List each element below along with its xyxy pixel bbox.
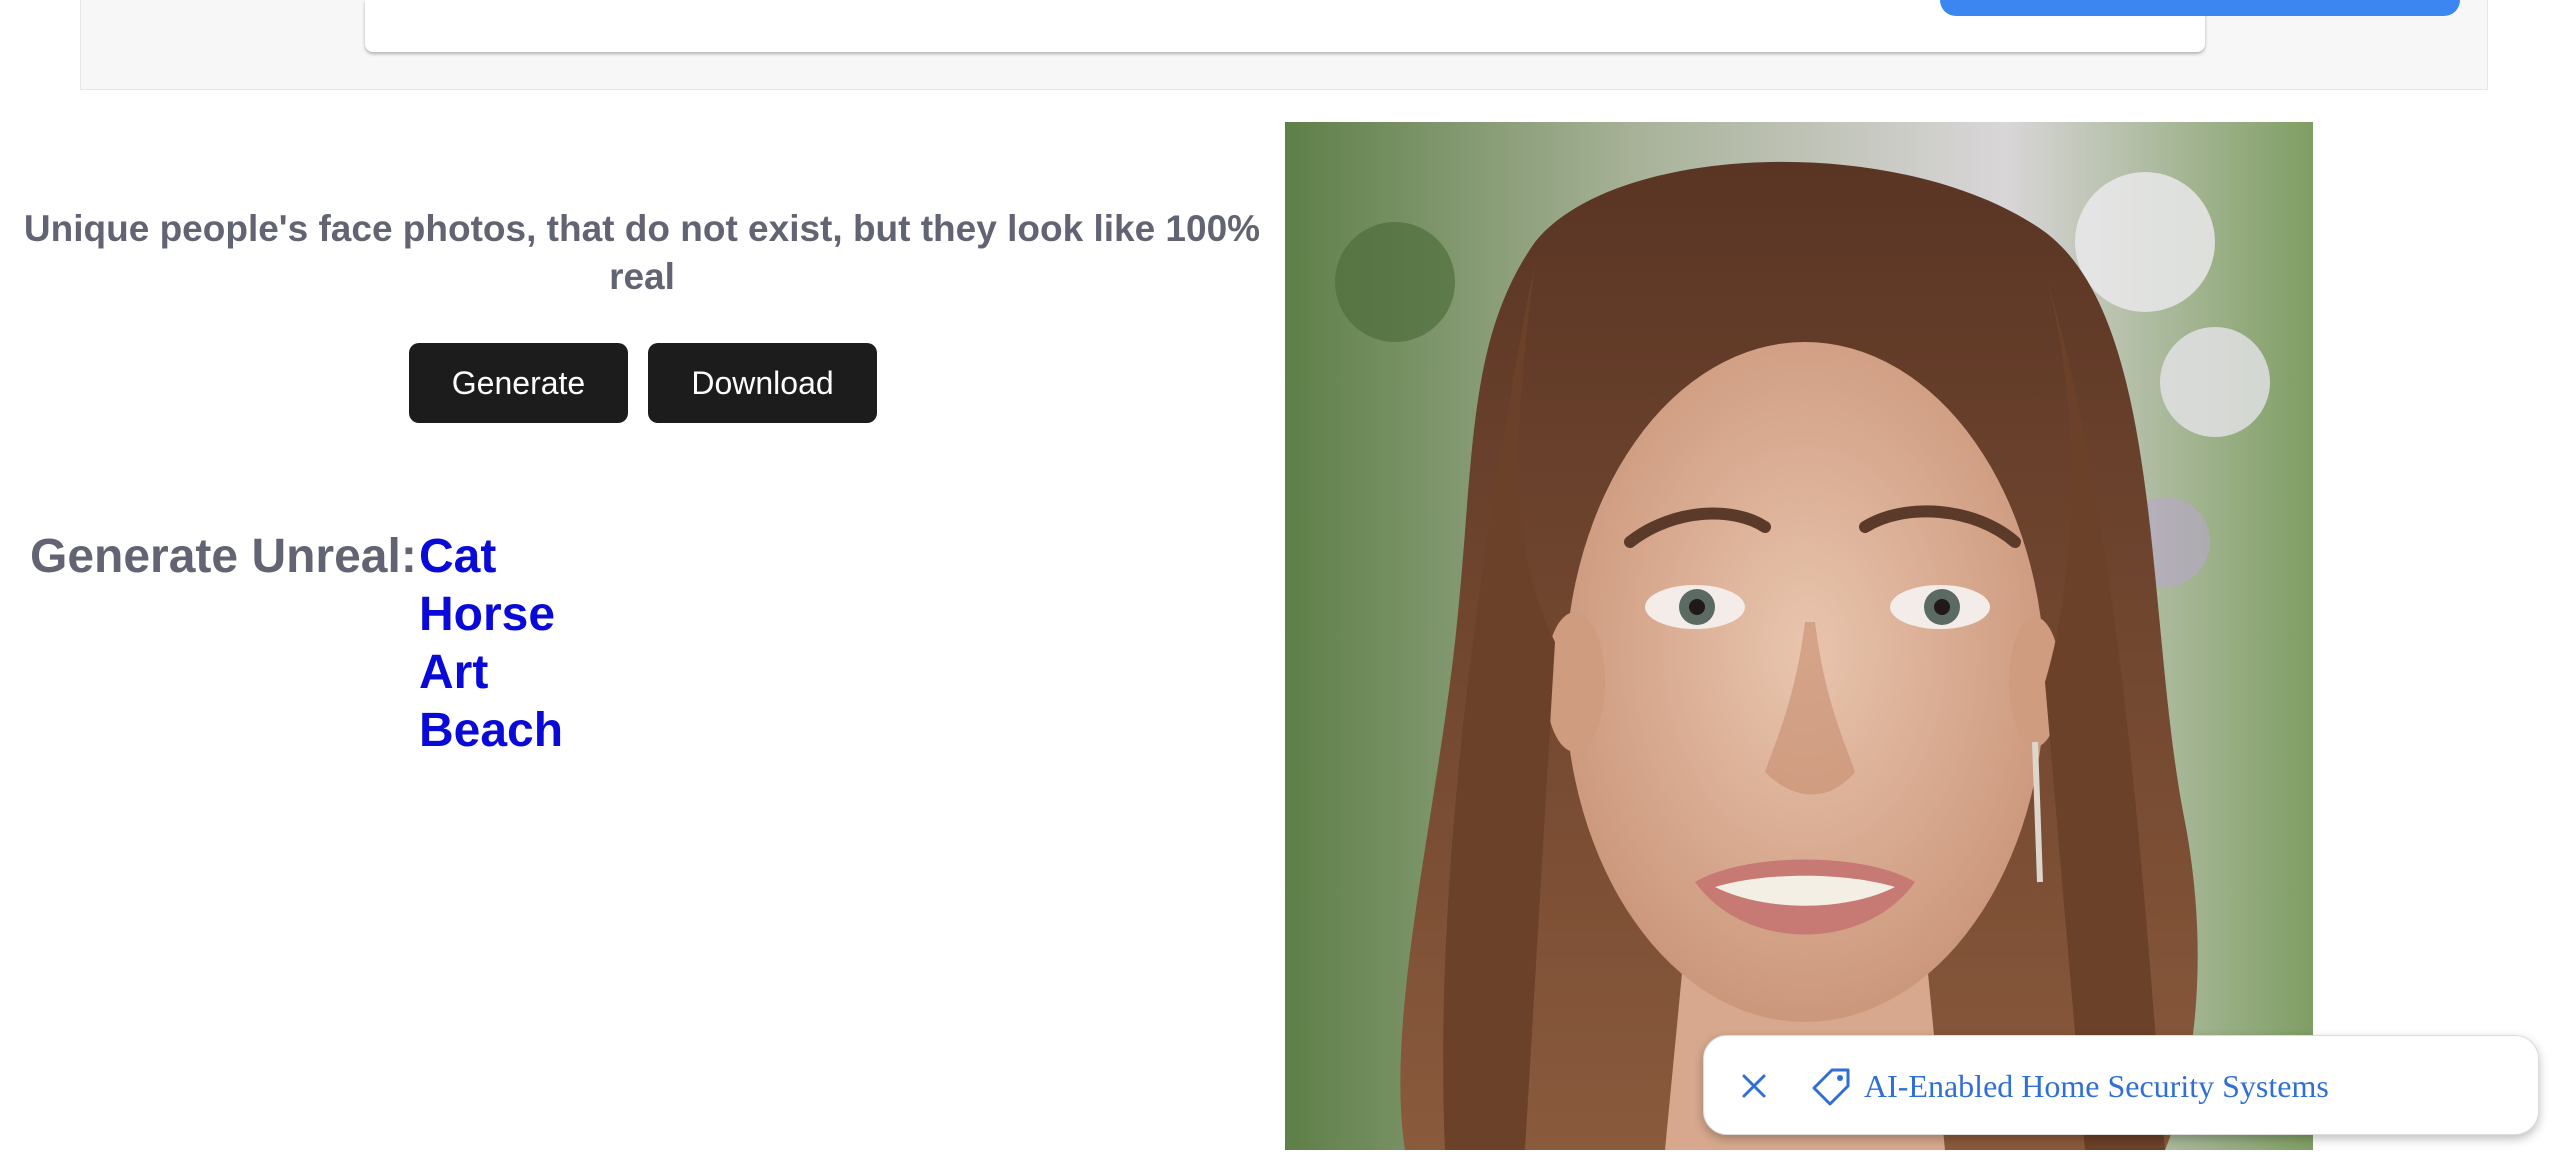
generate-unreal-label: Generate Unreal: <box>30 530 417 583</box>
left-column: Unique people's face photos, that do not… <box>0 0 1284 1162</box>
ad-toast: AI-Enabled Home Security Systems <box>1703 1035 2539 1135</box>
link-beach[interactable]: Beach <box>419 702 563 760</box>
face-photo <box>1285 122 2313 1150</box>
download-button[interactable]: Download <box>648 343 877 423</box>
generate-unreal-links: Cat Horse Art Beach <box>419 528 563 760</box>
generate-button[interactable]: Generate <box>409 343 628 423</box>
page-tagline: Unique people's face photos, that do not… <box>23 208 1261 297</box>
tag-icon <box>1812 1066 1852 1106</box>
link-art[interactable]: Art <box>419 644 563 702</box>
link-horse[interactable]: Horse <box>419 586 563 644</box>
face-illustration <box>1285 122 2313 1150</box>
ad-button[interactable] <box>1940 0 2460 16</box>
link-cat[interactable]: Cat <box>419 528 563 586</box>
close-icon[interactable] <box>1734 1066 1774 1106</box>
toast-link[interactable]: AI-Enabled Home Security Systems <box>1864 1064 2329 1108</box>
